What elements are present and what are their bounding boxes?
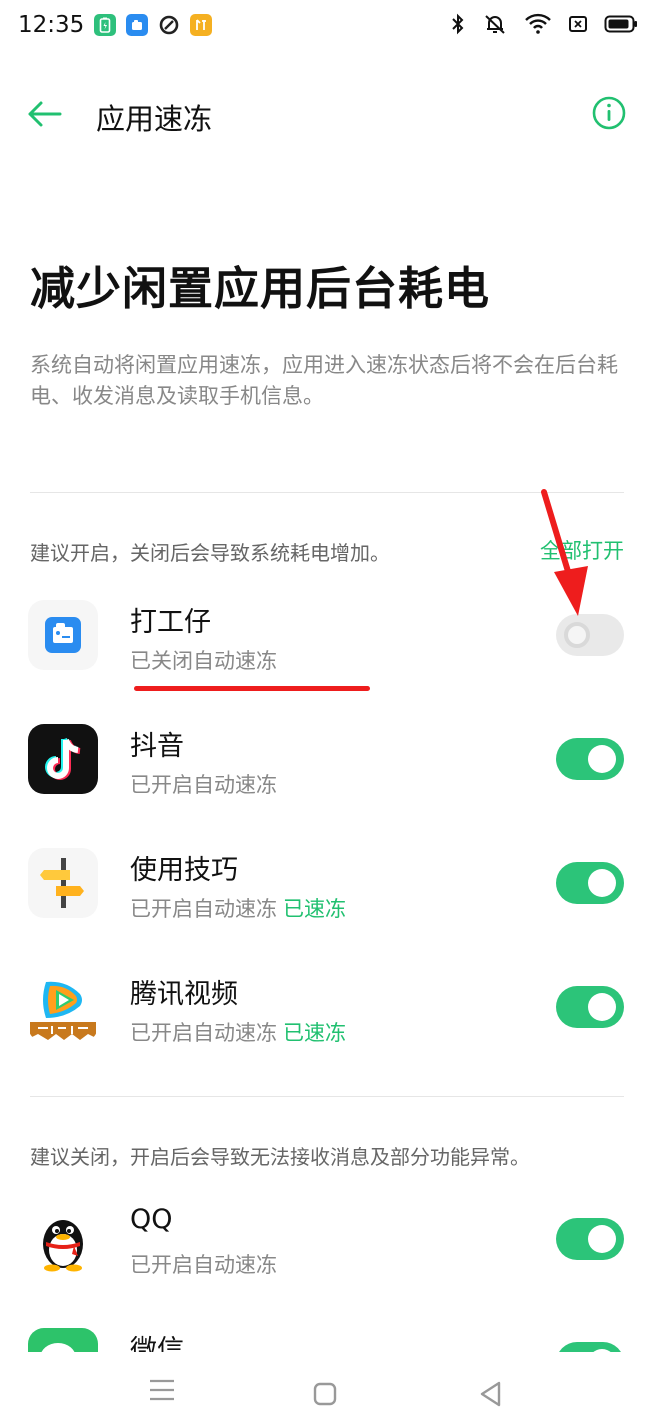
- app-name: 腾讯视频: [130, 979, 238, 1010]
- app-row-tips: 使用技巧 已开启自动速冻 已速冻: [0, 848, 662, 972]
- browser-app-icon: [158, 14, 180, 36]
- app-name: 使用技巧: [130, 855, 238, 886]
- tencent-video-app-icon: [28, 972, 98, 1042]
- hero-title: 减少闲置应用后台耗电: [30, 262, 491, 315]
- battery-saver-app-icon: [94, 14, 116, 36]
- info-button[interactable]: [592, 96, 626, 130]
- qq-app-icon: [28, 1204, 98, 1274]
- signpost-app-icon: [28, 848, 98, 918]
- arrow-left-icon: [28, 101, 62, 127]
- back-triangle-icon[interactable]: [478, 1380, 502, 1408]
- frozen-badge: 已速冻: [283, 897, 346, 921]
- section-recommend-off-label: 建议关闭，开启后会导致无法接收消息及部分功能异常。: [30, 1145, 530, 1169]
- divider: [30, 1096, 624, 1097]
- page-title: 应用速冻: [96, 102, 213, 136]
- freeze-toggle-tips[interactable]: [556, 862, 624, 904]
- toggle-knob: [588, 1225, 616, 1253]
- freeze-toggle-douyin[interactable]: [556, 738, 624, 780]
- system-nav-bar: [0, 1352, 662, 1420]
- app-status-text: 已开启自动速冻: [130, 897, 277, 921]
- bluetooth-icon: [452, 13, 464, 35]
- status-system-icons: [450, 12, 638, 36]
- app-row-qq: QQ 已开启自动速冻: [0, 1204, 662, 1328]
- toggle-knob: [564, 622, 590, 648]
- dagongzai-app-icon: [28, 600, 98, 670]
- app-status: 已开启自动速冻 已速冻: [130, 1017, 346, 1047]
- hero-description: 系统自动将闲置应用速冻，应用进入速冻状态后将不会在后台耗电、收发消息及读取手机信…: [30, 353, 618, 408]
- status-app-icons: [94, 14, 212, 36]
- app-name: 抖音: [130, 731, 184, 762]
- battery-icon: [604, 15, 637, 33]
- status-bar: 12:35: [0, 0, 662, 56]
- app-status: 已关闭自动速冻: [130, 649, 277, 673]
- app-status: 已开启自动速冻 已速冻: [130, 893, 346, 923]
- status-time: 12:35: [18, 12, 85, 38]
- wifi-icon: [525, 13, 551, 34]
- toggle-knob: [588, 745, 616, 773]
- douyin-app-icon: [28, 724, 98, 794]
- annotation-arrow-icon: [541, 489, 588, 616]
- freeze-toggle-qq[interactable]: [556, 1218, 624, 1260]
- sim-icon: [569, 16, 587, 32]
- app-row-tencent-video: 腾讯视频 已开启自动速冻 已速冻: [0, 972, 662, 1096]
- info-icon: [592, 96, 626, 130]
- app-row-douyin: 抖音 已开启自动速冻: [0, 724, 662, 848]
- app-name: 打工仔: [130, 607, 211, 638]
- section-recommend-on-label: 建议开启，关闭后会导致系统耗电增加。: [30, 541, 390, 565]
- menu-icon[interactable]: [148, 1378, 176, 1402]
- dagongzai-app-icon: [126, 14, 148, 36]
- app-row-dagongzai: 打工仔 已关闭自动速冻: [0, 600, 662, 724]
- home-icon[interactable]: [313, 1382, 337, 1406]
- frozen-badge: 已速冻: [283, 1021, 346, 1045]
- app-status: 已开启自动速冻: [130, 773, 277, 797]
- app-status: 已开启自动速冻: [130, 1253, 277, 1277]
- app-status-text: 已开启自动速冻: [130, 1021, 277, 1045]
- app-header: 应用速冻: [0, 80, 662, 150]
- annotation-underline: [134, 686, 370, 691]
- back-button[interactable]: [22, 94, 66, 134]
- toggle-knob: [588, 993, 616, 1021]
- app-name: QQ: [130, 1204, 173, 1235]
- freeze-toggle-tencent-video[interactable]: [556, 986, 624, 1028]
- mute-icon: [485, 15, 505, 34]
- freeze-toggle-dagongzai[interactable]: [556, 614, 624, 656]
- toggle-knob: [588, 869, 616, 897]
- tools-app-icon: [190, 14, 212, 36]
